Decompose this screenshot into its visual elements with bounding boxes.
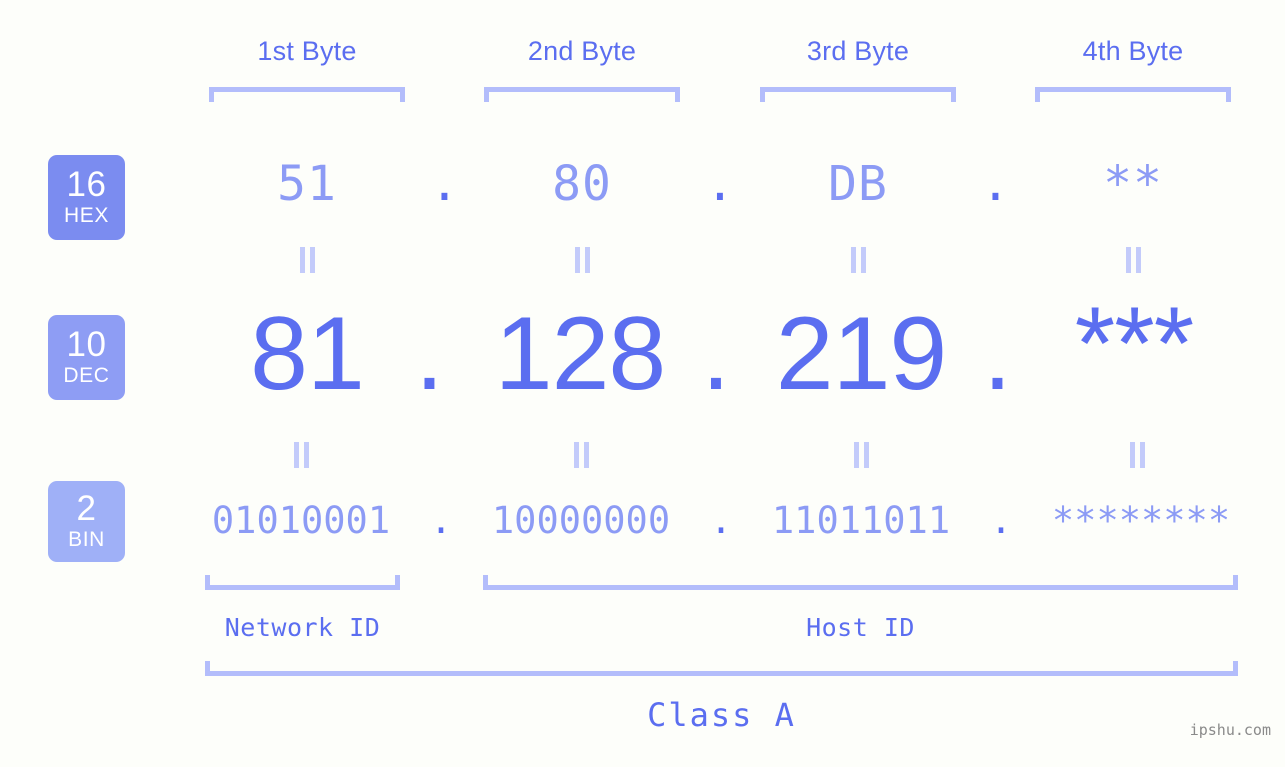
radix-badge-bin: 2 BIN: [48, 481, 125, 562]
equals-mark-hex-dec-1: [298, 247, 316, 273]
radix-badge-hex-number: 16: [66, 165, 107, 205]
class-bracket: [205, 661, 1238, 676]
byte-header-1: 1st Byte: [257, 36, 357, 66]
dec-separator-2: .: [701, 296, 731, 412]
equals-mark-dec-bin-3: [852, 442, 870, 468]
bin-value-byte-2: 10000000: [491, 499, 671, 542]
dec-value-byte-3: 219: [775, 296, 948, 412]
equals-mark-hex-dec-4: [1124, 247, 1142, 273]
network-id-label: Network ID: [224, 613, 381, 642]
byte-header-4: 4th Byte: [1082, 36, 1184, 66]
hex-separator-1: .: [430, 156, 459, 212]
dec-separator-1: .: [415, 296, 444, 412]
byte-bracket-4: [1035, 87, 1231, 102]
bin-value-byte-1: 01010001: [211, 499, 391, 542]
hex-value-byte-1: 51: [277, 156, 337, 212]
byte-bracket-1: [209, 87, 405, 102]
host-id-label: Host ID: [806, 613, 915, 642]
equals-mark-dec-bin-2: [572, 442, 590, 468]
site-watermark: ipshu.com: [1189, 721, 1271, 739]
radix-badge-dec-abbr: DEC: [63, 363, 110, 387]
byte-header-3: 3rd Byte: [806, 36, 910, 66]
radix-badge-dec-number: 10: [66, 325, 107, 365]
radix-badge-hex: 16 HEX: [48, 155, 125, 240]
hex-value-byte-2: 80: [552, 156, 612, 212]
hex-separator-2: .: [705, 156, 735, 212]
bin-value-byte-4: ********: [1051, 499, 1231, 542]
dec-value-byte-4: ***: [1074, 286, 1194, 402]
radix-badge-bin-number: 2: [76, 489, 97, 529]
hex-value-byte-4: **: [1103, 156, 1163, 212]
hex-value-byte-3: DB: [828, 156, 888, 212]
dec-separator-3: .: [983, 296, 1012, 412]
class-label: Class A: [647, 696, 796, 734]
byte-header-2: 2nd Byte: [527, 36, 637, 66]
bin-separator-1: .: [429, 499, 453, 542]
dec-value-byte-2: 128: [494, 296, 667, 412]
hex-separator-3: .: [981, 156, 1010, 212]
equals-mark-dec-bin-1: [292, 442, 310, 468]
byte-bracket-2: [484, 87, 680, 102]
ip-byte-breakdown-diagram: 1st Byte 2nd Byte 3rd Byte 4th Byte 16 H…: [0, 0, 1285, 767]
byte-bracket-3: [760, 87, 956, 102]
equals-mark-hex-dec-2: [573, 247, 591, 273]
radix-badge-bin-abbr: BIN: [68, 527, 105, 551]
equals-mark-dec-bin-4: [1128, 442, 1146, 468]
network-id-bracket: [205, 575, 400, 590]
bin-separator-2: .: [709, 499, 733, 542]
radix-badge-dec: 10 DEC: [48, 315, 125, 400]
bin-value-byte-3: 11011011: [771, 499, 951, 542]
dec-value-byte-1: 81: [250, 296, 365, 412]
host-id-bracket: [483, 575, 1238, 590]
equals-mark-hex-dec-3: [849, 247, 867, 273]
radix-badge-hex-abbr: HEX: [64, 203, 109, 227]
bin-separator-3: .: [989, 499, 1013, 542]
